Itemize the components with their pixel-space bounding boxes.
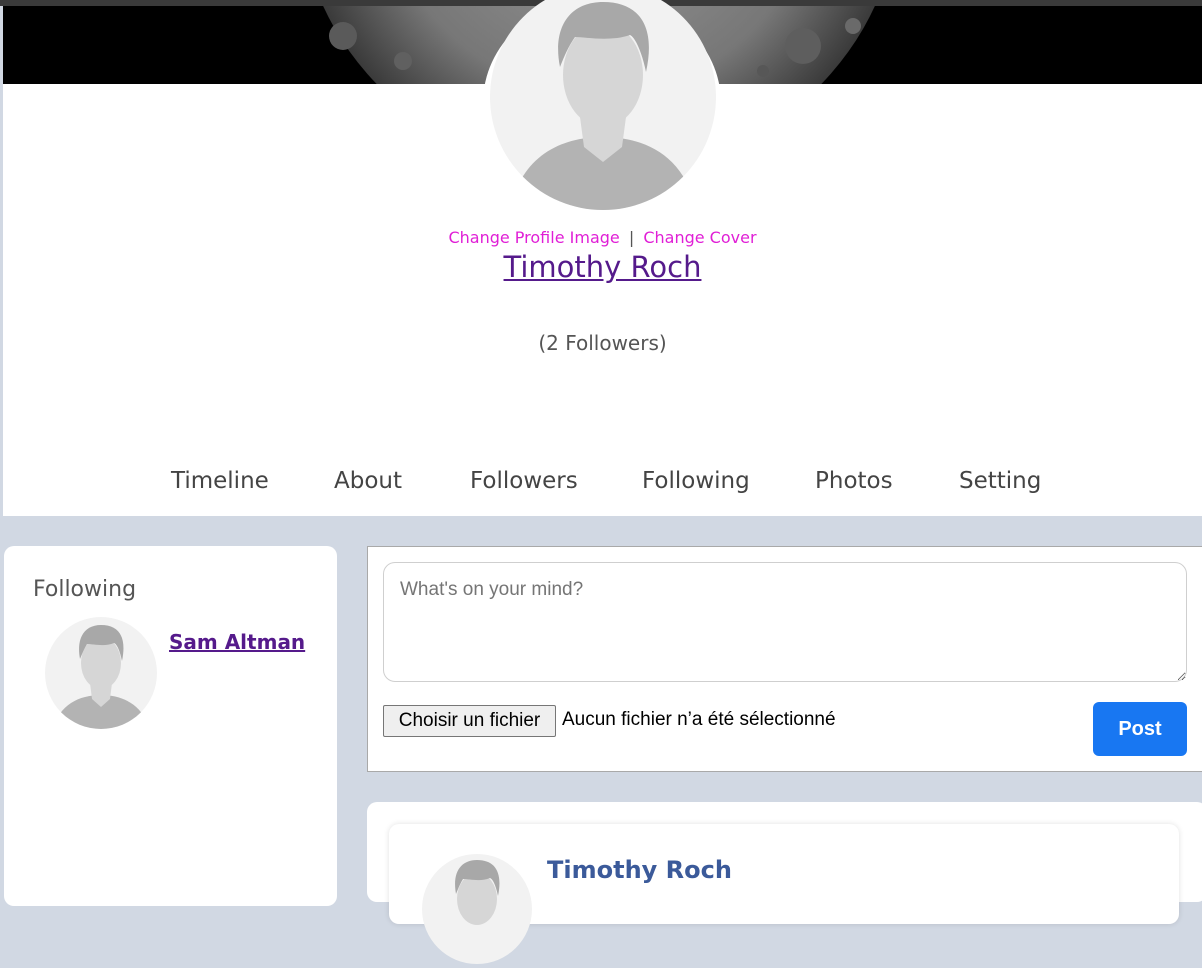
default-user-avatar-icon bbox=[422, 854, 532, 964]
post-author-name[interactable]: Timothy Roch bbox=[547, 856, 732, 884]
tab-timeline[interactable]: Timeline bbox=[171, 468, 269, 494]
post-composer: Choisir un fichier Aucun fichier n’a été… bbox=[367, 546, 1202, 772]
post-text-input[interactable] bbox=[383, 562, 1187, 682]
profile-header: Change Profile Image | Change Cover Timo… bbox=[3, 0, 1202, 516]
profile-name-link[interactable]: Timothy Roch bbox=[3, 250, 1202, 284]
following-avatar[interactable] bbox=[45, 617, 157, 733]
tab-about[interactable]: About bbox=[334, 468, 402, 494]
following-sidebar: Following Sam Altman bbox=[4, 546, 337, 906]
default-user-avatar-icon bbox=[45, 617, 157, 729]
link-separator: | bbox=[628, 228, 635, 247]
post-card: Timothy Roch bbox=[389, 824, 1179, 964]
tab-photos[interactable]: Photos bbox=[815, 468, 893, 494]
post-button[interactable]: Post bbox=[1093, 702, 1187, 756]
change-profile-image-link[interactable]: Change Profile Image bbox=[448, 228, 619, 247]
profile-tabs: Timeline About Followers Following Photo… bbox=[3, 468, 1202, 508]
profile-avatar[interactable] bbox=[490, 0, 716, 215]
followers-count: (2 Followers) bbox=[538, 331, 667, 355]
file-status-text: Aucun fichier n’a été sélectionné bbox=[562, 709, 836, 730]
tab-following[interactable]: Following bbox=[642, 468, 750, 494]
tab-followers[interactable]: Followers bbox=[470, 468, 578, 494]
following-user-link[interactable]: Sam Altman bbox=[169, 630, 305, 654]
post-feed: Timothy Roch bbox=[367, 802, 1202, 964]
change-cover-link[interactable]: Change Cover bbox=[643, 228, 756, 247]
default-user-avatar-icon bbox=[490, 0, 716, 210]
choose-file-button[interactable]: Choisir un fichier bbox=[383, 705, 556, 737]
tab-setting[interactable]: Setting bbox=[959, 468, 1041, 494]
change-links: Change Profile Image | Change Cover bbox=[3, 228, 1202, 247]
sidebar-title: Following bbox=[33, 577, 137, 602]
post-author-avatar[interactable] bbox=[422, 854, 532, 968]
